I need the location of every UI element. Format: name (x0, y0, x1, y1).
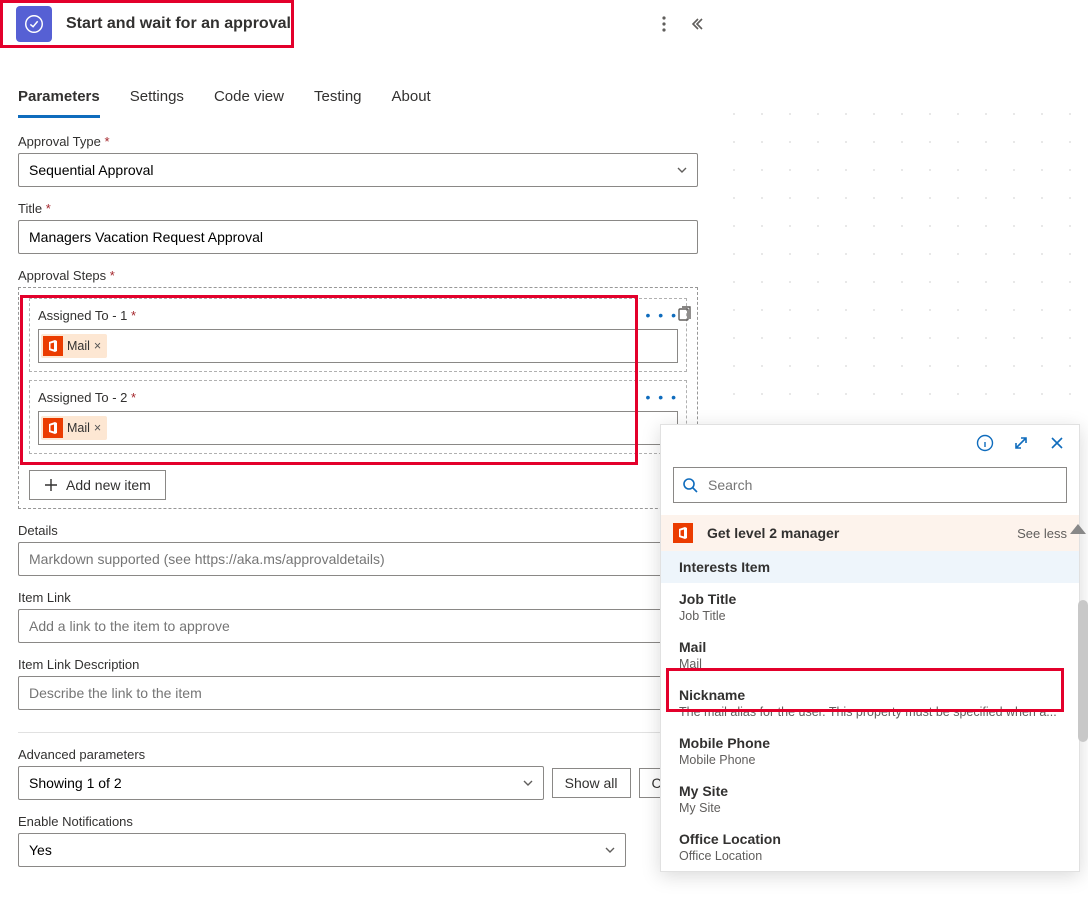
enable-notif-value[interactable] (27, 841, 603, 859)
details-input-wrap[interactable] (18, 542, 698, 576)
canvas-dot-grid (720, 100, 1088, 400)
step2-assigned-input[interactable]: Mail × (38, 411, 678, 445)
title-label: Title (18, 201, 698, 216)
tab-strip: Parameters Settings Code view Testing Ab… (0, 48, 716, 118)
step-group-2: Assigned To - 2 • • • Mail × (29, 380, 687, 454)
tab-settings[interactable]: Settings (130, 88, 184, 118)
title-input-wrap[interactable] (18, 220, 698, 254)
step1-assigned-input[interactable]: Mail × (38, 329, 678, 363)
expand-icon[interactable] (1011, 433, 1031, 453)
separator (18, 732, 698, 733)
tab-code-view[interactable]: Code view (214, 88, 284, 118)
add-new-label: Add new item (66, 477, 151, 493)
picker-search-input[interactable] (673, 467, 1067, 503)
step1-mail-token[interactable]: Mail × (41, 334, 107, 358)
approval-type-select[interactable] (18, 153, 698, 187)
office-icon (673, 523, 693, 543)
picker-item-office-location[interactable]: Office Location Office Location (661, 823, 1079, 871)
step1-label: Assigned To - 1 (38, 308, 136, 323)
item-link-input[interactable] (27, 617, 689, 635)
chevron-down-icon (603, 843, 617, 857)
item-link-input-wrap[interactable] (18, 609, 698, 643)
close-icon[interactable] (1047, 433, 1067, 453)
search-icon (682, 477, 698, 493)
item-link-label: Item Link (18, 590, 698, 605)
picker-item-mail[interactable]: Mail Mail (661, 631, 1079, 679)
step2-mail-token[interactable]: Mail × (41, 416, 107, 440)
enable-notif-label: Enable Notifications (18, 814, 698, 829)
action-config-panel: Start and wait for an approval Parameter… (0, 0, 716, 917)
tab-parameters[interactable]: Parameters (18, 88, 100, 118)
collapse-panel-icon[interactable] (680, 8, 712, 40)
token-label: Mail (67, 339, 90, 353)
token-label: Mail (67, 421, 90, 435)
item-link-desc-label: Item Link Description (18, 657, 698, 672)
approval-type-value[interactable] (27, 161, 675, 179)
panel-header: Start and wait for an approval (0, 0, 716, 48)
picker-item-my-site[interactable]: My Site My Site (661, 775, 1079, 823)
parameters-form: Approval Type Title Approval Steps Assig… (0, 118, 716, 867)
picker-item-mobile-phone[interactable]: Mobile Phone Mobile Phone (661, 727, 1079, 775)
picker-source-header[interactable]: Get level 2 manager See less (661, 515, 1079, 551)
details-label: Details (18, 523, 698, 538)
item-link-desc-input[interactable] (27, 684, 689, 702)
approval-steps-container: Assigned To - 1 • • • Mail × (18, 287, 698, 509)
details-input[interactable] (27, 550, 689, 568)
info-icon[interactable] (975, 433, 995, 453)
item-link-desc-input-wrap[interactable] (18, 676, 698, 710)
chevron-down-icon (675, 163, 689, 177)
office-icon (43, 418, 63, 438)
approval-type-label: Approval Type (18, 134, 698, 149)
enable-notif-select[interactable] (18, 833, 626, 867)
token-remove-icon[interactable]: × (94, 339, 101, 353)
step2-label: Assigned To - 2 (38, 390, 136, 405)
tab-about[interactable]: About (392, 88, 431, 118)
show-all-button[interactable]: Show all (552, 768, 631, 798)
picker-search-field[interactable] (706, 476, 1058, 494)
advanced-select[interactable] (18, 766, 544, 800)
approval-action-icon (16, 6, 52, 42)
approval-steps-label: Approval Steps (18, 268, 698, 283)
picker-source-title: Get level 2 manager (707, 525, 1007, 541)
picker-item-nickname[interactable]: Nickname The mail alias for the user. Th… (661, 679, 1079, 727)
picker-group-header[interactable]: Interests Item (661, 551, 1079, 583)
more-options-icon[interactable] (648, 8, 680, 40)
action-title: Start and wait for an approval (66, 15, 648, 33)
chevron-down-icon (521, 776, 535, 790)
see-less-link[interactable]: See less (1017, 526, 1067, 541)
step-group-1: Assigned To - 1 • • • Mail × (29, 298, 687, 372)
picker-pointer-icon (1070, 524, 1086, 534)
picker-scrollbar[interactable] (1078, 600, 1088, 742)
office-icon (43, 336, 63, 356)
copy-steps-icon[interactable] (672, 302, 698, 328)
picker-item-job-title[interactable]: Job Title Job Title (661, 583, 1079, 631)
title-input[interactable] (27, 228, 689, 246)
add-new-item-button[interactable]: Add new item (29, 470, 166, 500)
tab-testing[interactable]: Testing (314, 88, 362, 118)
step2-menu-icon[interactable]: • • • (646, 389, 678, 405)
token-remove-icon[interactable]: × (94, 421, 101, 435)
advanced-label: Advanced parameters (18, 747, 698, 762)
dynamic-content-picker: Get level 2 manager See less Interests I… (660, 424, 1080, 872)
advanced-value[interactable] (27, 774, 521, 792)
